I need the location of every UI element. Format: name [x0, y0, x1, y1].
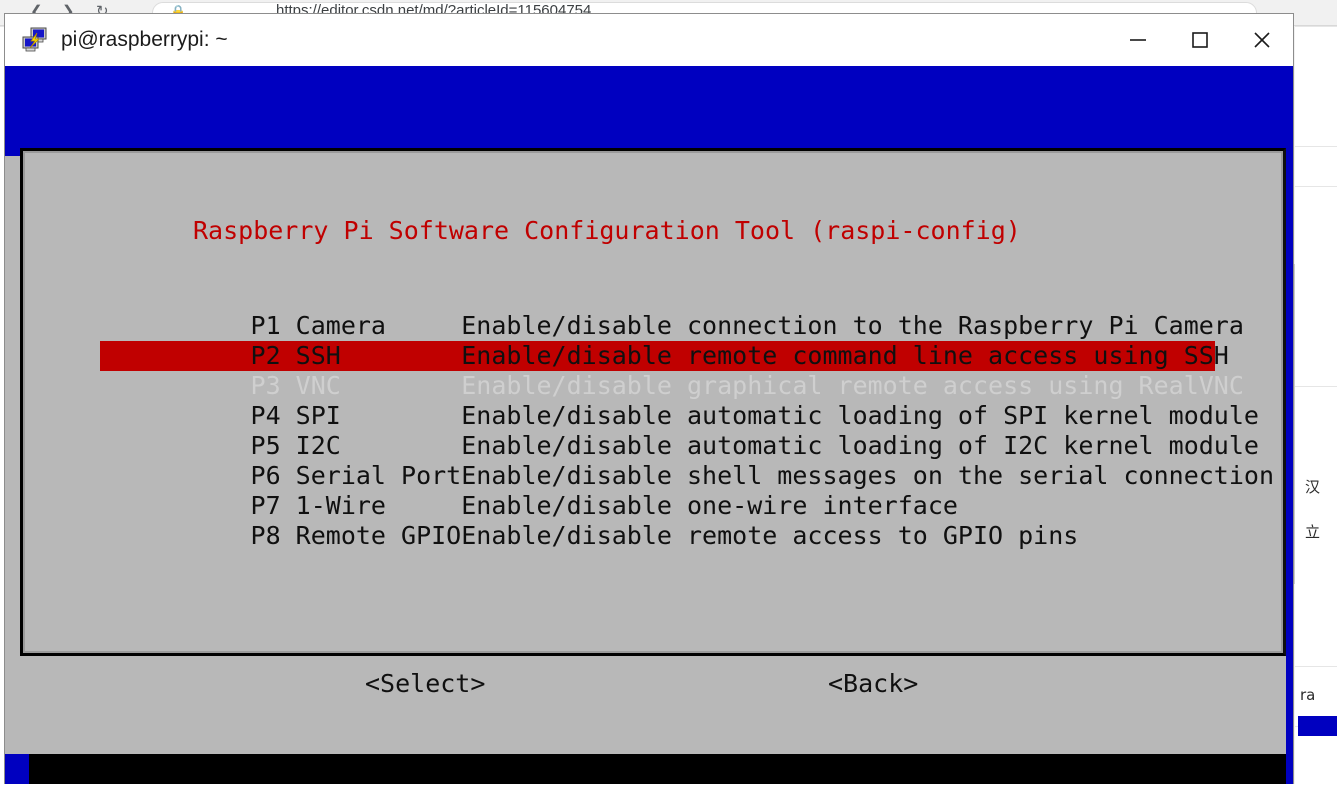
menu-item-desc: Enable/disable automatic loading of SPI …	[461, 401, 1259, 430]
dialog-title: Raspberry Pi Software Configuration Tool…	[193, 220, 1021, 242]
menu-item-key: P3 VNC	[251, 371, 462, 400]
page-rule	[1295, 146, 1337, 147]
close-button[interactable]	[1231, 14, 1293, 66]
maximize-button[interactable]	[1169, 14, 1231, 66]
menu-item-desc: Enable/disable shell messages on the ser…	[461, 461, 1274, 490]
terminal-background-left	[5, 754, 29, 784]
terminal-window: pi@raspberrypi: ~ Raspberry Pi Software …	[4, 13, 1294, 784]
menu-item-desc: Enable/disable remote command line acces…	[461, 341, 1229, 370]
menu-item-desc: Enable/disable one-wire interface	[461, 491, 958, 520]
menu-item-key: P5 I2C	[251, 431, 462, 460]
minimize-button[interactable]	[1107, 14, 1169, 66]
menu-item-desc: Enable/disable automatic loading of I2C …	[461, 431, 1259, 460]
terminal-screen[interactable]: Raspberry Pi Software Configuration Tool…	[5, 66, 1293, 784]
menu-item-p1[interactable]: P1 Camera Enable/disable connection to t…	[100, 281, 1215, 311]
menu-item-desc: Enable/disable connection to the Raspber…	[461, 311, 1244, 340]
menu-item-key: P8 Remote GPIO	[251, 521, 462, 550]
window-title: pi@raspberrypi: ~	[61, 28, 228, 52]
menu-item-key: P1 Camera	[251, 311, 462, 340]
terminal-background-top	[5, 66, 1293, 156]
menu-item-desc: Enable/disable remote access to GPIO pin…	[461, 521, 1078, 550]
back-button[interactable]: <Back>	[828, 669, 918, 698]
page-highlight-block	[1298, 716, 1337, 736]
menu-item-key: P7 1-Wire	[251, 491, 462, 520]
page-text-snippet: 立	[1305, 521, 1320, 542]
page-text-snippet: 汉	[1305, 476, 1320, 497]
page-text-snippet: ra	[1300, 686, 1315, 704]
terminal-status-line	[29, 754, 1286, 784]
page-rule	[1295, 386, 1337, 387]
config-menu-list[interactable]: P1 Camera Enable/disable connection to t…	[100, 281, 1260, 521]
putty-terminal-icon	[21, 27, 49, 53]
dialog-title-band: Raspberry Pi Software Configuration Tool…	[185, 220, 1029, 242]
page-rule	[1295, 186, 1337, 187]
page-rule	[1295, 666, 1337, 667]
menu-item-key: P4 SPI	[251, 401, 462, 430]
menu-item-key: P6 Serial Port	[251, 461, 462, 490]
menu-item-key: P2 SSH	[251, 341, 462, 370]
window-titlebar[interactable]: pi@raspberrypi: ~	[5, 14, 1293, 66]
menu-item-desc: Enable/disable graphical remote access u…	[461, 371, 1244, 400]
raspi-config-dialog: Raspberry Pi Software Configuration Tool…	[20, 148, 1286, 656]
select-button[interactable]: <Select>	[365, 669, 485, 698]
